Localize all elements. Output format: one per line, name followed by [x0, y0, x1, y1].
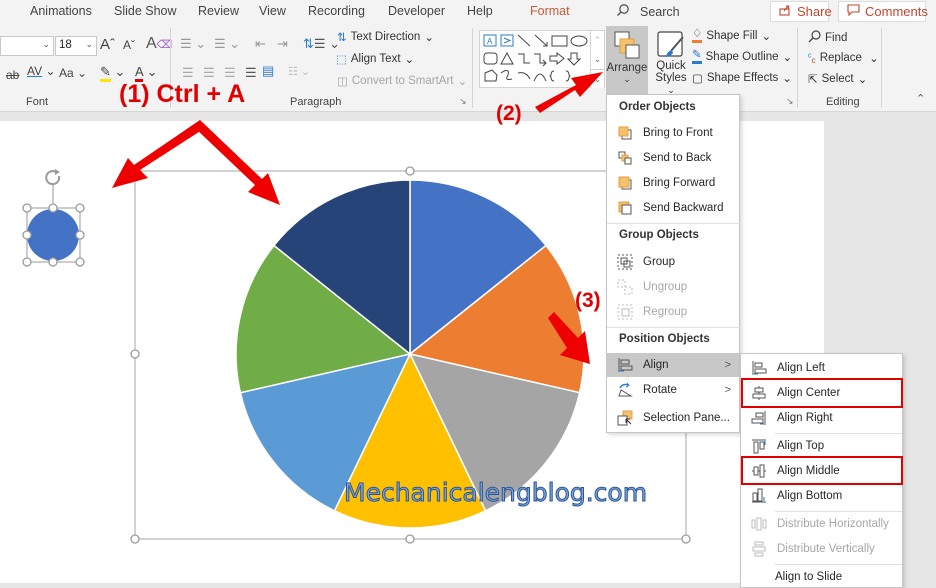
highlight-box-align-middle [741, 456, 903, 485]
menu-item-distribute-horizontally[interactable]: Distribute Horizontally [741, 512, 902, 536]
menu-item-bring-to-front[interactable]: Bring to Front [607, 121, 739, 145]
send-to-back-icon [618, 151, 632, 165]
rotate-icon [618, 382, 633, 397]
rotate-handle-icon[interactable] [45, 169, 61, 186]
distribute-horizontally-icon [751, 517, 767, 531]
menu-item-align-bottom[interactable]: Align Bottom [741, 484, 902, 508]
arrow-to-pie-icon [195, 120, 280, 205]
align-icon [618, 358, 633, 372]
menu-item-align-to-slide[interactable]: Align to Slide [741, 565, 902, 588]
menu-divider [607, 327, 741, 328]
menu-section-header: Group Objects [619, 229, 699, 241]
chevron-right-icon: > [724, 384, 731, 396]
distribute-vertically-icon [752, 541, 766, 557]
menu-item-align-left[interactable]: Align Left [741, 356, 902, 380]
pie-shape[interactable] [235, 179, 585, 529]
align-top-icon [752, 439, 766, 454]
align-left-icon [752, 361, 767, 375]
menu-item-align-right[interactable]: Align Right [741, 406, 902, 430]
regroup-icon [617, 304, 633, 320]
powerpoint-window: Animations Slide Show Review View Record… [0, 0, 936, 588]
chevron-right-icon: > [724, 359, 731, 371]
bring-forward-icon [618, 176, 632, 190]
menu-item-distribute-vertically[interactable]: Distribute Vertically [741, 537, 902, 561]
watermark-text: Mechanicalengblog.com [343, 478, 648, 508]
send-backward-icon [618, 201, 632, 215]
menu-item-ungroup[interactable]: Ungroup [607, 275, 739, 299]
group-icon [617, 254, 633, 270]
menu-item-group[interactable]: Group [607, 250, 739, 274]
step3-annotation: (3) [575, 289, 601, 312]
menu-item-align-top[interactable]: Align Top [741, 434, 902, 458]
menu-item-send-to-back[interactable]: Send to Back [607, 146, 739, 170]
step2-annotation: (2) [496, 102, 522, 125]
menu-item-regroup[interactable]: Regroup [607, 300, 739, 324]
menu-item-rotate[interactable]: Rotate > [607, 378, 739, 402]
menu-item-send-backward[interactable]: Send Backward [607, 196, 739, 220]
align-right-icon [751, 411, 766, 425]
menu-item-selection-pane[interactable]: Selection Pane... [607, 406, 739, 430]
bring-to-front-icon [618, 126, 632, 140]
menu-item-bring-forward[interactable]: Bring Forward [607, 171, 739, 195]
align-bottom-icon [752, 488, 766, 503]
arrow-to-circle-icon [112, 120, 205, 188]
menu-section-header: Order Objects [619, 101, 696, 113]
highlight-box-align-center [741, 378, 903, 408]
step1-annotation: (1) Ctrl + A [119, 80, 246, 108]
small-circle-shape[interactable] [27, 209, 79, 261]
menu-item-align[interactable]: Align > [607, 353, 739, 377]
selection-pane-icon [617, 410, 633, 426]
arrow-to-arrange-icon [535, 72, 603, 113]
menu-section-header: Position Objects [619, 333, 710, 345]
menu-divider [607, 223, 741, 224]
ungroup-icon [617, 279, 633, 295]
arrange-menu: Order Objects Bring to Front Send to Bac… [606, 94, 741, 433]
